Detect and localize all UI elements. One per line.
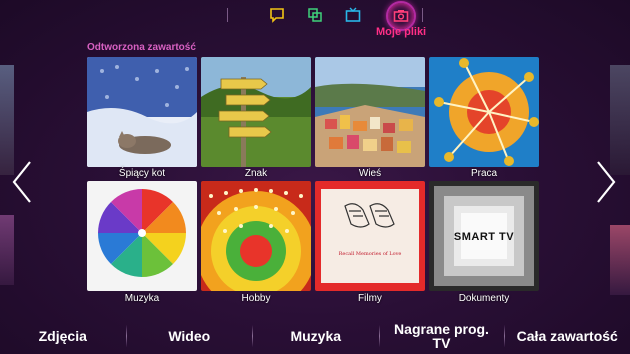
apps-icon[interactable]	[304, 4, 326, 26]
bottom-nav-item-photos[interactable]: Zdjęcia	[0, 329, 126, 343]
tile-caption: Praca	[470, 168, 498, 179]
side-thumbnail-left	[0, 215, 14, 285]
shoes-drawing-image	[315, 181, 425, 291]
divider	[422, 8, 423, 22]
umbrella-image	[87, 181, 197, 291]
bottom-nav-item-video[interactable]: Wideo	[127, 329, 253, 343]
content-tile[interactable]: Recall Memories of Love	[315, 181, 425, 291]
content-tile[interactable]	[87, 181, 197, 291]
content-tile[interactable]	[201, 181, 311, 291]
tile-caption: Filmy	[358, 293, 382, 304]
my-files-label[interactable]: Moje pliki	[376, 26, 426, 38]
carousel-image	[429, 57, 539, 167]
content-tile[interactable]	[429, 57, 539, 167]
top-nav: Moje pliki	[0, 0, 630, 40]
lights-image	[201, 181, 311, 291]
tile-caption: Wieś	[358, 168, 382, 179]
tv-icon[interactable]	[342, 4, 364, 26]
section-title: Odtworzona zawartość	[87, 42, 196, 53]
signpost-image	[201, 57, 311, 167]
tile-caption: Śpiący kot	[118, 168, 166, 179]
bottom-nav-item-recorded-tv[interactable]: Nagrane prog. TV	[380, 322, 504, 350]
content-tile[interactable]	[315, 57, 425, 167]
village-image	[315, 57, 425, 167]
bottom-nav-item-all-content[interactable]: Cała zawartość	[505, 329, 630, 343]
content-tile[interactable]	[201, 57, 311, 167]
chat-icon[interactable]	[266, 4, 288, 26]
scroll-left-arrow[interactable]	[10, 160, 34, 204]
side-thumbnail-right	[610, 65, 630, 175]
bottom-nav: Zdjęcia Wideo Muzyka Nagrane prog. TV Ca…	[0, 318, 630, 354]
smart-tv-logo: SMART TV	[453, 231, 515, 243]
content-tile[interactable]: SMART TV	[429, 181, 539, 291]
tile-caption: Hobby	[241, 293, 271, 304]
scroll-right-arrow[interactable]	[594, 160, 618, 204]
tile-caption: Dokumenty	[458, 293, 510, 304]
tile-inner-text: Recall Memories of Love	[338, 251, 402, 257]
bottom-nav-item-music[interactable]: Muzyka	[253, 329, 379, 343]
divider	[227, 8, 228, 22]
side-thumbnail-right	[610, 225, 630, 295]
side-thumbnail-left	[0, 65, 14, 175]
tile-caption: Muzyka	[124, 293, 160, 304]
sleeping-cat-image	[87, 57, 197, 167]
content-tile[interactable]	[87, 57, 197, 167]
tile-caption: Znak	[244, 168, 268, 179]
